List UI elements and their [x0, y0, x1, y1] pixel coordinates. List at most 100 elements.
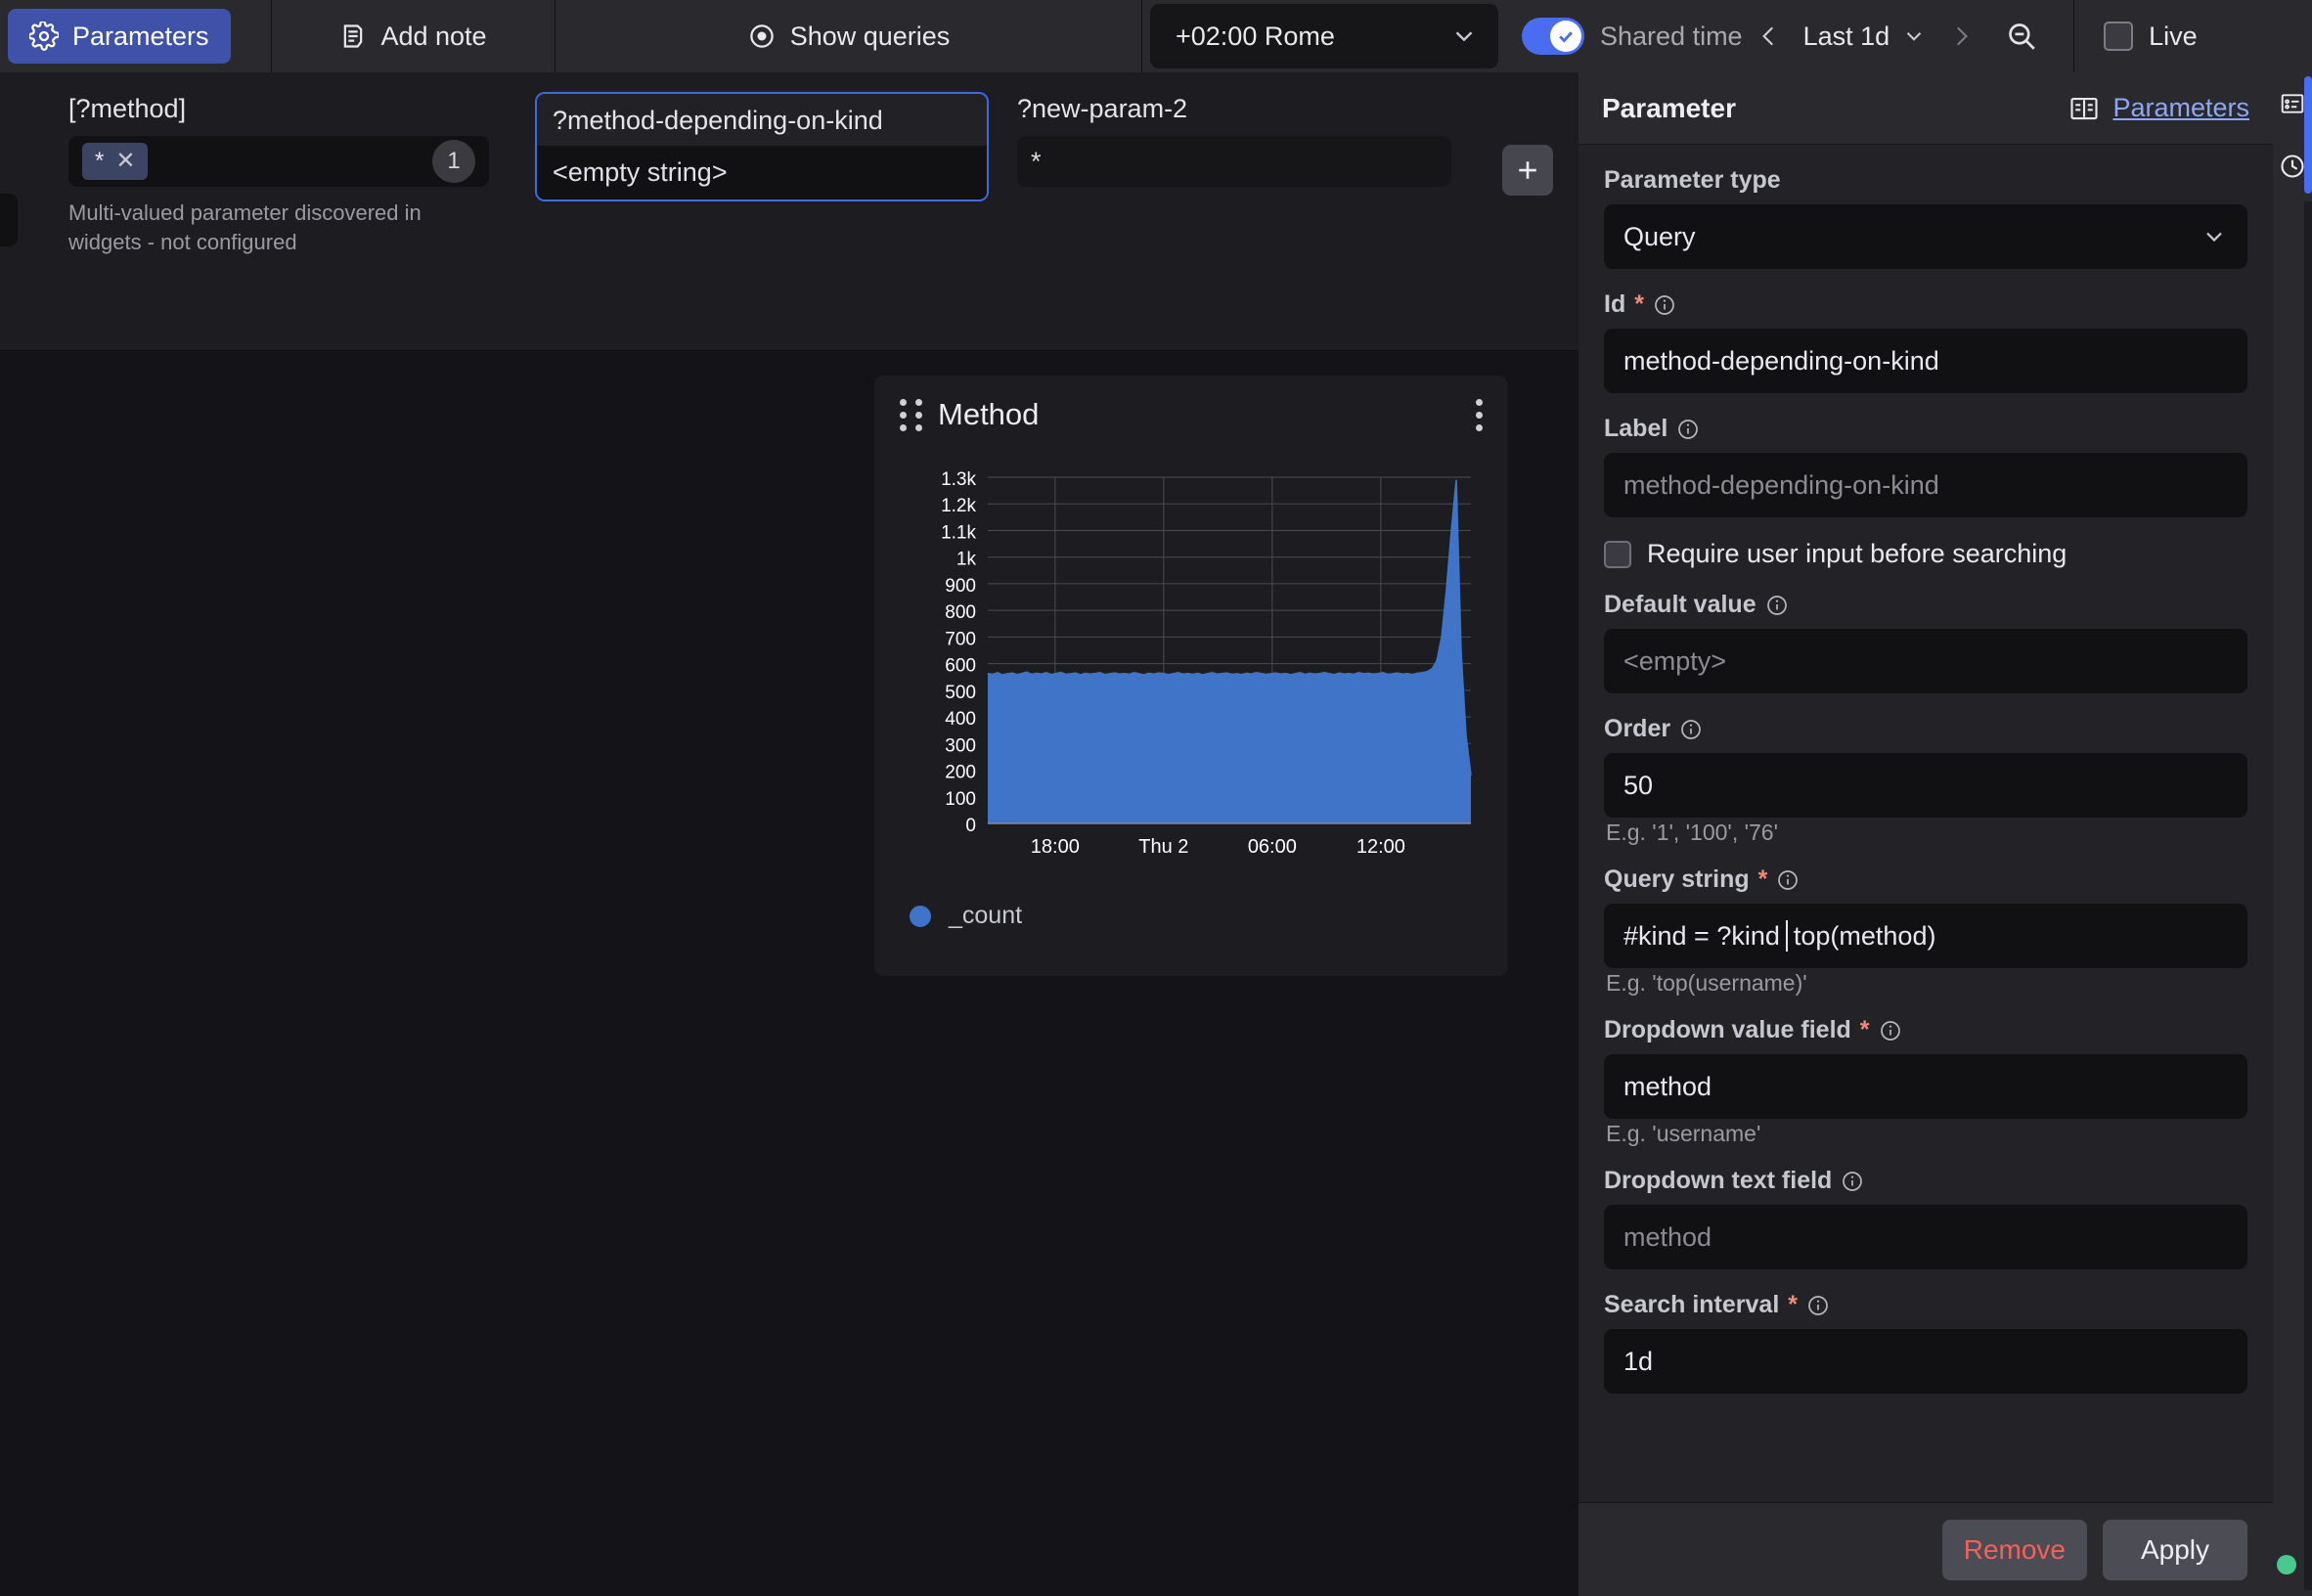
list-icon [2280, 91, 2305, 116]
order-input[interactable]: 50 [1604, 753, 2247, 818]
toggle-knob [1550, 21, 1581, 52]
gear-icon [29, 22, 59, 51]
apply-button[interactable]: Apply [2103, 1520, 2247, 1580]
field-label-text: Query string [1604, 865, 1750, 894]
panel-body: Parameter type Query Id * method-dependi… [1578, 145, 2273, 1483]
info-icon[interactable] [1679, 718, 1703, 741]
default-value-input[interactable]: <empty> [1604, 629, 2247, 693]
drag-handle-icon[interactable] [900, 399, 922, 431]
show-queries-label: Show queries [790, 22, 951, 52]
toolbar-segment-parameters: Parameters [0, 0, 272, 72]
shared-time-toggle[interactable] [1522, 18, 1584, 55]
svg-text:300: 300 [945, 735, 976, 756]
query-string-input[interactable]: #kind = ?kind top(method) [1604, 904, 2247, 968]
parameter-item-value[interactable]: <empty string> [537, 146, 987, 200]
info-icon[interactable] [1841, 1170, 1864, 1193]
time-range-select[interactable]: Last 1d [1796, 22, 1935, 52]
svg-text:1.2k: 1.2k [941, 496, 976, 516]
svg-text:200: 200 [945, 763, 976, 783]
parameter-type-select[interactable]: Query [1604, 204, 2247, 269]
next-range-button[interactable] [1934, 19, 1987, 54]
required-marker: * [1788, 1291, 1798, 1319]
parameter-type-label: Parameter type [1604, 166, 2247, 195]
book-icon [2069, 96, 2099, 121]
require-user-input-checkbox[interactable] [1604, 541, 1631, 568]
id-label: Id * [1604, 290, 2247, 319]
parameter-chip-label: * [95, 148, 104, 175]
dropdown-text-field-input[interactable]: method [1604, 1205, 2247, 1269]
show-queries-button[interactable]: Show queries [726, 9, 972, 64]
info-icon[interactable] [1879, 1019, 1902, 1042]
parameter-multivalue-input[interactable]: * ✕ 1 [68, 136, 489, 187]
parameters-button-label: Parameters [72, 22, 209, 52]
query-string-example: E.g. 'top(username)' [1606, 970, 2247, 997]
field-label-text: Order [1604, 715, 1670, 743]
search-interval-input[interactable]: 1d [1604, 1329, 2247, 1394]
parameter-overflow-stub [0, 194, 18, 246]
parameter-item-method: [?method] * ✕ 1 Multi-valued parameter d… [68, 94, 489, 256]
dropdown-text-field-label: Dropdown text field [1604, 1167, 2247, 1195]
field-label-text: Default value [1604, 591, 1756, 619]
zoom-out-button[interactable] [1987, 20, 2048, 53]
panel-footer: Remove Apply [1578, 1502, 2273, 1596]
right-rail [2273, 72, 2312, 1596]
time-range-label: Last 1d [1803, 22, 1890, 52]
panel-scrollbar-thumb[interactable] [2304, 76, 2312, 194]
time-controls: Shared time Last 1d [1522, 18, 2048, 55]
field-label-text: Dropdown value field [1604, 1016, 1851, 1044]
require-user-input-row: Require user input before searching [1604, 539, 2247, 569]
add-parameter-button[interactable] [1502, 145, 1553, 196]
svg-text:900: 900 [945, 576, 976, 597]
label-label: Label [1604, 415, 2247, 443]
chart-area[interactable]: 01002003004005006007008009001k1.1k1.2k1.… [874, 454, 1508, 884]
info-icon[interactable] [1653, 293, 1676, 317]
field-label-text: Search interval [1604, 1291, 1779, 1319]
eye-icon [747, 22, 777, 51]
add-note-button[interactable]: Add note [318, 9, 508, 64]
panel-docs-link[interactable]: Parameters [2069, 93, 2249, 123]
parameter-item-title: [?method] [68, 94, 489, 124]
svg-text:12:00: 12:00 [1356, 836, 1405, 858]
parameter-count-badge: 1 [432, 140, 475, 183]
parameter-item-value[interactable]: * [1017, 136, 1451, 187]
info-icon[interactable] [1765, 594, 1789, 617]
remove-button[interactable]: Remove [1942, 1520, 2087, 1580]
chevron-down-icon [1449, 22, 1479, 51]
live-checkbox[interactable] [2104, 22, 2133, 51]
prev-range-button[interactable] [1743, 19, 1796, 54]
id-input[interactable]: method-depending-on-kind [1604, 329, 2247, 393]
panel-title: Parameter [1602, 93, 1736, 124]
svg-text:06:00: 06:00 [1248, 836, 1297, 858]
required-marker: * [1634, 290, 1644, 319]
default-value-label: Default value [1604, 591, 2247, 619]
chart-legend: _count [874, 884, 1508, 930]
legend-color-swatch [910, 906, 931, 927]
panel-scrollbar-track[interactable] [2304, 201, 2312, 1590]
field-label-text: Dropdown text field [1604, 1167, 1832, 1195]
widget-menu-button[interactable] [1476, 399, 1483, 431]
svg-text:800: 800 [945, 602, 976, 623]
toolbar-segment-show-queries: Show queries [556, 0, 1142, 72]
svg-text:18:00: 18:00 [1031, 836, 1080, 858]
timezone-select[interactable]: +02:00 Rome [1150, 4, 1498, 68]
svg-text:600: 600 [945, 656, 976, 677]
live-label: Live [2149, 22, 2198, 52]
info-icon[interactable] [1806, 1294, 1830, 1317]
required-marker: * [1860, 1016, 1870, 1044]
panel-docs-link-label: Parameters [2112, 93, 2249, 123]
parameter-chip[interactable]: * ✕ [82, 143, 148, 180]
close-icon[interactable]: ✕ [115, 150, 135, 173]
shared-time-label: Shared time [1600, 22, 1743, 52]
dropdown-value-field-input[interactable]: method [1604, 1054, 2247, 1119]
parameter-type-value: Query [1623, 222, 1696, 252]
field-label-text: Id [1604, 290, 1625, 319]
info-icon[interactable] [1676, 418, 1700, 441]
parameter-item-method-depending-on-kind[interactable]: ?method-depending-on-kind <empty string> [535, 92, 989, 201]
parameters-button[interactable]: Parameters [8, 9, 231, 64]
svg-text:Thu 2: Thu 2 [1138, 836, 1188, 858]
info-icon[interactable] [1776, 868, 1800, 892]
label-input[interactable]: method-depending-on-kind [1604, 453, 2247, 517]
widget-title: Method [938, 397, 1039, 432]
query-string-value-before-caret: #kind = ?kind [1623, 921, 1780, 952]
dropdown-value-field-label: Dropdown value field * [1604, 1016, 2247, 1044]
